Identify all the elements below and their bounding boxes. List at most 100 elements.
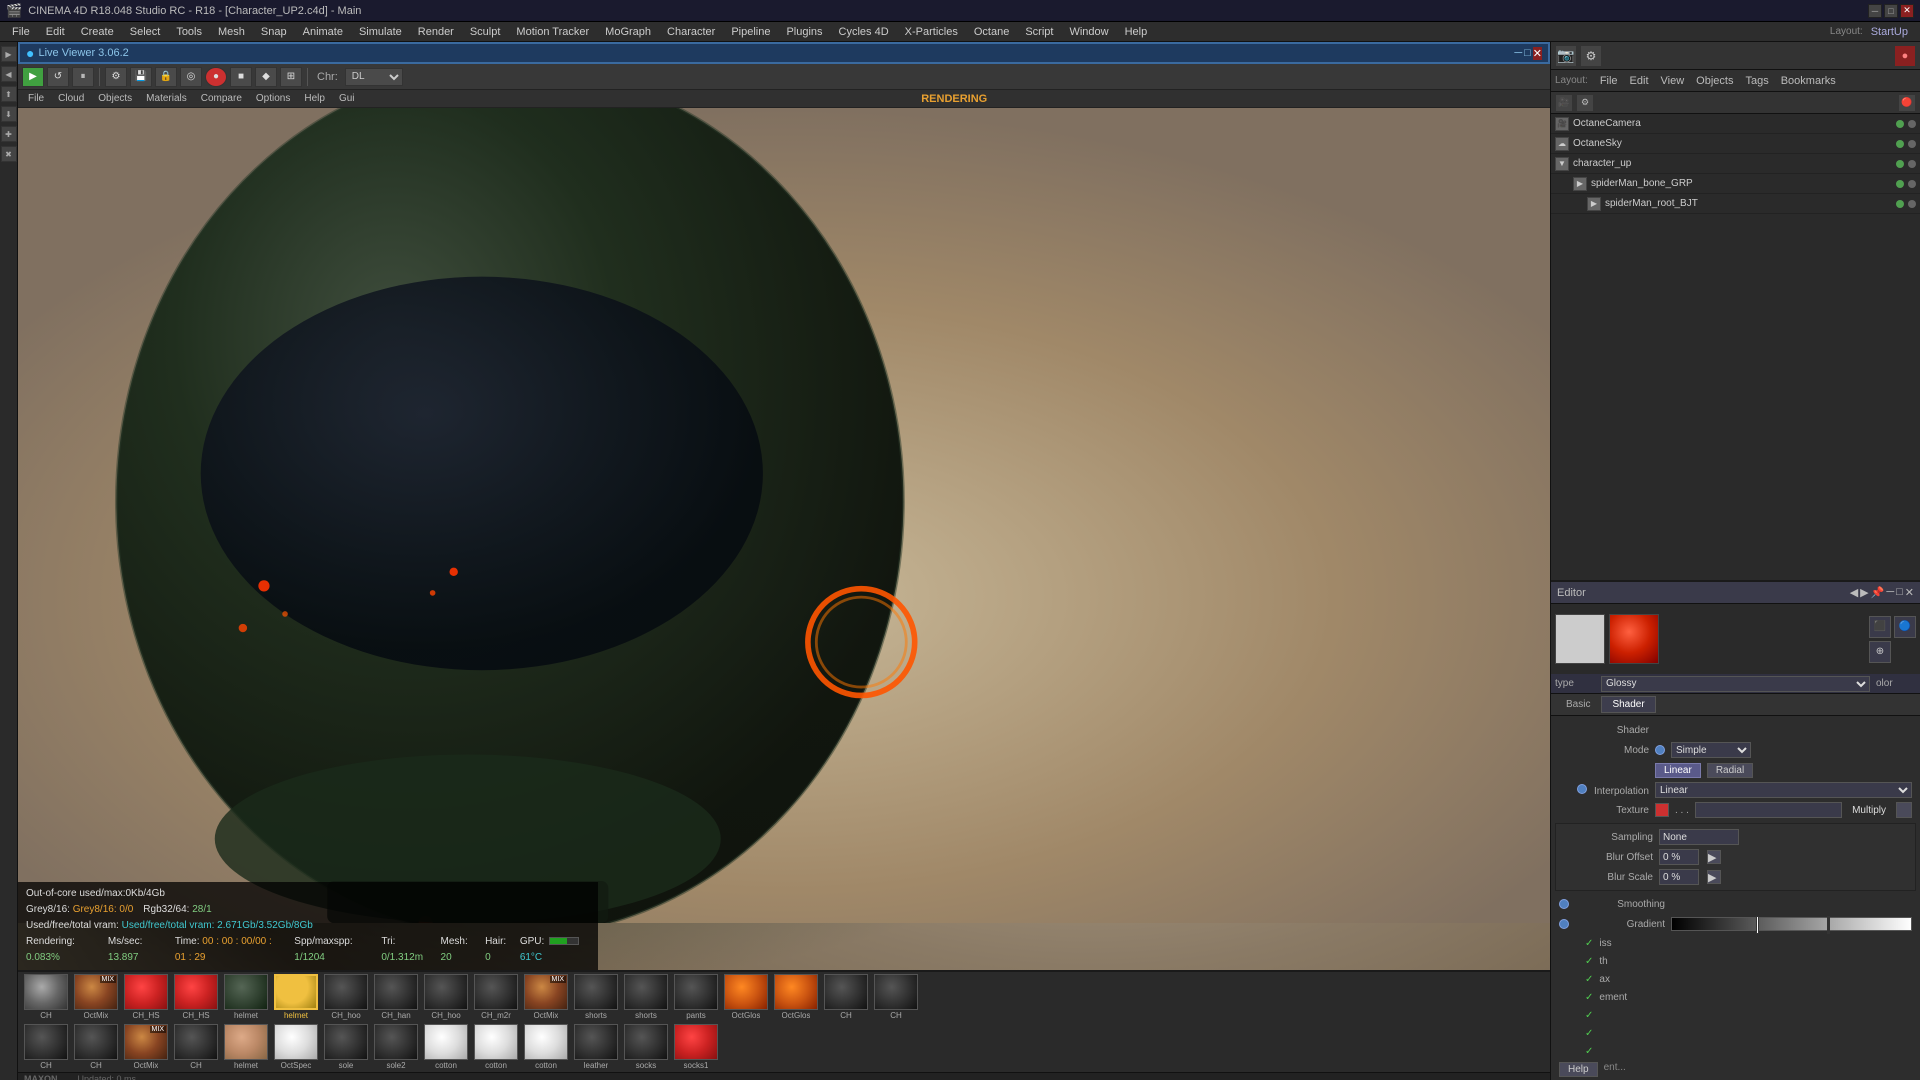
menu-file[interactable]: File bbox=[4, 24, 38, 40]
type-select[interactable]: Glossy Diffuse bbox=[1601, 676, 1870, 692]
mat-helmet-selected[interactable]: helmet bbox=[272, 974, 320, 1020]
tab-shader[interactable]: Shader bbox=[1601, 696, 1655, 713]
menu-snap[interactable]: Snap bbox=[253, 24, 295, 40]
texture-extra-btn[interactable] bbox=[1896, 802, 1912, 818]
mat-octglos-1[interactable]: OctGlos bbox=[722, 974, 770, 1020]
menu-select[interactable]: Select bbox=[122, 24, 169, 40]
mat-r2-sole2[interactable]: sole2 bbox=[372, 1024, 420, 1070]
view-icon-3[interactable]: ⊕ bbox=[1869, 641, 1891, 663]
mat-r2-socks1[interactable]: socks1 bbox=[672, 1024, 720, 1070]
mat-r2-cotton-3[interactable]: cotton bbox=[522, 1024, 570, 1070]
menu-animate[interactable]: Animate bbox=[295, 24, 351, 40]
blur-scale-arrow[interactable]: ▶ bbox=[1707, 870, 1721, 884]
mat-shorts-1[interactable]: shorts bbox=[572, 974, 620, 1020]
target-btn[interactable]: ◎ bbox=[180, 67, 202, 87]
pause-btn[interactable]: ⏸ bbox=[72, 67, 94, 87]
editor-close[interactable]: ✕ bbox=[1905, 586, 1914, 599]
mat-octmix-2[interactable]: MIX OctMix bbox=[522, 974, 570, 1020]
sidebar-tool-2[interactable]: ◀ bbox=[1, 66, 17, 82]
mat-r2-leather[interactable]: leather bbox=[572, 1024, 620, 1070]
vmenu-compare[interactable]: Compare bbox=[195, 92, 248, 105]
mat-ch-end1[interactable]: CH bbox=[822, 974, 870, 1020]
gradient-radio[interactable] bbox=[1559, 919, 1569, 929]
tag-tags[interactable]: Tags bbox=[1745, 75, 1768, 87]
mat-r2-cotton-1[interactable]: cotton bbox=[422, 1024, 470, 1070]
mat-r2-socks[interactable]: socks bbox=[622, 1024, 670, 1070]
sidebar-tool-4[interactable]: ⬇ bbox=[1, 106, 17, 122]
sidebar-tool-3[interactable]: ⬆ bbox=[1, 86, 17, 102]
obj-spiderman-root[interactable]: ▶ spiderMan_root_BJT bbox=[1551, 194, 1920, 214]
mat-octmix-1[interactable]: MIX OctMix bbox=[72, 974, 120, 1020]
menu-character[interactable]: Character bbox=[659, 24, 723, 40]
maximize-button[interactable]: □ bbox=[1884, 4, 1898, 18]
menu-window[interactable]: Window bbox=[1061, 24, 1116, 40]
editor-pin[interactable]: 📌 bbox=[1871, 586, 1885, 599]
mat-ch-hoo-1[interactable]: CH_hoo bbox=[322, 974, 370, 1020]
gradient-bar[interactable] bbox=[1671, 917, 1912, 931]
editor-maximize[interactable]: □ bbox=[1896, 586, 1903, 599]
menu-render[interactable]: Render bbox=[410, 24, 462, 40]
vmenu-file[interactable]: File bbox=[22, 92, 50, 105]
settings-btn[interactable]: ⚙ bbox=[105, 67, 127, 87]
mat-r2-sole[interactable]: sole bbox=[322, 1024, 370, 1070]
texture-dot[interactable] bbox=[1655, 803, 1669, 817]
view-icon-1[interactable]: ⬛ bbox=[1869, 616, 1891, 638]
menu-tools[interactable]: Tools bbox=[168, 24, 210, 40]
menu-edit[interactable]: Edit bbox=[38, 24, 73, 40]
vmenu-gui[interactable]: Gui bbox=[333, 92, 361, 105]
mat-r2-ch-3[interactable]: CH bbox=[172, 1024, 220, 1070]
mat-ch-hs-2[interactable]: CH_HS bbox=[172, 974, 220, 1020]
channel-select[interactable]: DL Beauty bbox=[345, 68, 403, 86]
tag-bookmarks[interactable]: Bookmarks bbox=[1781, 75, 1836, 87]
rt-icon-close[interactable]: ● bbox=[1894, 45, 1916, 67]
viewport[interactable]: Out-of-core used/max:0Kb/4Gb Grey8/16: G… bbox=[18, 108, 1550, 970]
menu-octane[interactable]: Octane bbox=[966, 24, 1017, 40]
sidebar-tool-5[interactable]: ✚ bbox=[1, 126, 17, 142]
viewer-minimize[interactable]: ─ bbox=[1514, 47, 1522, 60]
mat-r2-octspec[interactable]: OctSpec bbox=[272, 1024, 320, 1070]
radial-button[interactable]: Radial bbox=[1707, 763, 1753, 778]
view-icon-2[interactable]: 🔵 bbox=[1894, 616, 1916, 638]
menu-script[interactable]: Script bbox=[1017, 24, 1061, 40]
tag-file[interactable]: File bbox=[1600, 75, 1618, 87]
layout-selector[interactable]: StartUp bbox=[1863, 24, 1916, 40]
menu-sculpt[interactable]: Sculpt bbox=[462, 24, 509, 40]
menu-help[interactable]: Help bbox=[1117, 24, 1156, 40]
save-btn[interactable]: 💾 bbox=[130, 67, 152, 87]
smoothing-radio[interactable] bbox=[1559, 899, 1569, 909]
texture-field[interactable] bbox=[1695, 802, 1842, 818]
rt-icon-settings[interactable]: ⚙ bbox=[1580, 45, 1602, 67]
square-btn[interactable]: ■ bbox=[230, 67, 252, 87]
gradient-marker-1[interactable] bbox=[1756, 916, 1759, 934]
tag-objects[interactable]: Objects bbox=[1696, 75, 1733, 87]
menu-mograph[interactable]: MoGraph bbox=[597, 24, 659, 40]
editor-nav-right[interactable]: ▶ bbox=[1860, 586, 1868, 599]
sidebar-tool-6[interactable]: ✖ bbox=[1, 146, 17, 162]
start-render-btn[interactable]: ▶ bbox=[22, 67, 44, 87]
refresh-btn[interactable]: ↺ bbox=[47, 67, 69, 87]
menu-create[interactable]: Create bbox=[73, 24, 122, 40]
blur-scale-input[interactable] bbox=[1659, 869, 1699, 885]
lock-btn[interactable]: 🔒 bbox=[155, 67, 177, 87]
menu-cycles4d[interactable]: Cycles 4D bbox=[831, 24, 897, 40]
editor-nav-left[interactable]: ◀ bbox=[1850, 586, 1858, 599]
mat-ch-hoo-2[interactable]: CH_hoo bbox=[422, 974, 470, 1020]
viewer-close[interactable]: ✕ bbox=[1533, 47, 1542, 60]
interpolation-select[interactable]: Linear None bbox=[1655, 782, 1912, 798]
mat-r2-ch-1[interactable]: CH bbox=[22, 1024, 70, 1070]
tab-basic[interactable]: Basic bbox=[1555, 696, 1601, 713]
viewer-maximize[interactable]: □ bbox=[1524, 47, 1531, 60]
vmenu-help[interactable]: Help bbox=[298, 92, 331, 105]
circle-btn[interactable]: ● bbox=[205, 67, 227, 87]
vmenu-materials[interactable]: Materials bbox=[140, 92, 193, 105]
obj-octane-sky[interactable]: ☁ OctaneSky bbox=[1551, 134, 1920, 154]
menu-motion-tracker[interactable]: Motion Tracker bbox=[508, 24, 597, 40]
mat-r2-cotton-2[interactable]: cotton bbox=[472, 1024, 520, 1070]
obj-tb-icon-2[interactable]: ⚙ bbox=[1576, 94, 1594, 112]
obj-character-up[interactable]: ▼ character_up bbox=[1551, 154, 1920, 174]
sidebar-tool-1[interactable]: ▶ bbox=[1, 46, 17, 62]
menu-xparticles[interactable]: X-Particles bbox=[897, 24, 966, 40]
mat-r2-octmix[interactable]: MIX OctMix bbox=[122, 1024, 170, 1070]
mat-octglos-2[interactable]: OctGlos bbox=[772, 974, 820, 1020]
tag-view[interactable]: View bbox=[1661, 75, 1685, 87]
